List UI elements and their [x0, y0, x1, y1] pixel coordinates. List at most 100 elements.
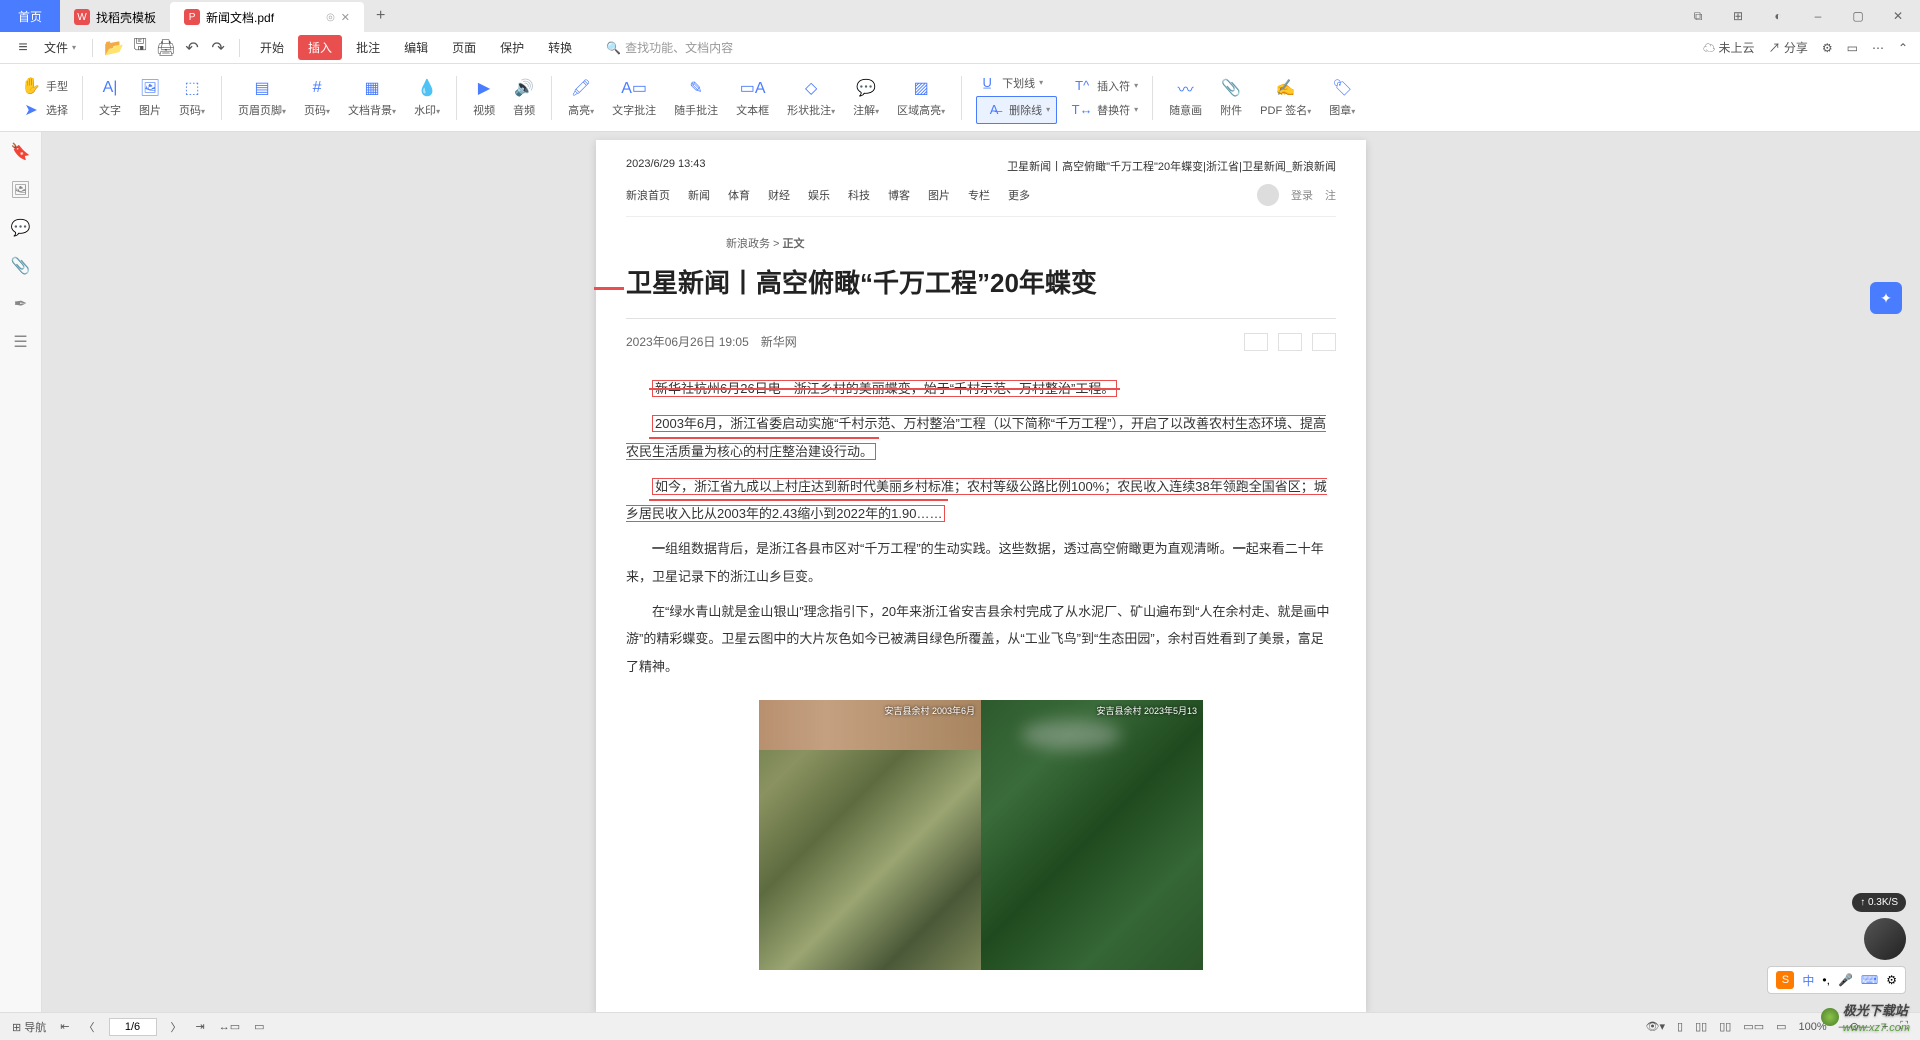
select-tool[interactable]: ➤选择 — [20, 99, 68, 121]
skin-icon[interactable]: ◐ — [1764, 2, 1792, 30]
view-book-icon[interactable]: ▭▭ — [1743, 1020, 1764, 1033]
comment-icon[interactable]: 💬 — [11, 218, 31, 238]
assistant-circle[interactable] — [1864, 918, 1906, 960]
pdfsign-button[interactable]: ✍PDF 签名▾ — [1252, 77, 1319, 118]
cloud-status[interactable]: ☁ 未上云 — [1703, 39, 1754, 56]
attachment-icon[interactable]: 📎 — [11, 256, 31, 276]
ime-bar[interactable]: S 中 •, 🎤 ⌨ ⚙ — [1767, 966, 1906, 994]
nav-item[interactable]: 博客 — [888, 187, 910, 203]
page-input[interactable] — [109, 1018, 157, 1036]
open-icon[interactable]: 📂 — [103, 37, 125, 59]
ime-punct-icon[interactable]: •, — [1822, 973, 1830, 987]
file-menu[interactable]: 文件▾ — [38, 39, 82, 56]
prev-page-button[interactable]: 〈 — [84, 1019, 95, 1035]
grid-icon[interactable]: ⊞ — [1724, 2, 1752, 30]
maximize-button[interactable]: ▢ — [1844, 2, 1872, 30]
collapse-icon[interactable]: ⌃ — [1898, 41, 1908, 55]
highlight-button[interactable]: 🖍高亮▾ — [560, 77, 602, 118]
print-icon[interactable]: 🖨 — [155, 37, 177, 59]
login-link[interactable]: 登录 — [1291, 187, 1313, 203]
tab-protect[interactable]: 保护 — [490, 35, 534, 60]
layout-icon[interactable]: ⧉ — [1684, 2, 1712, 30]
more-icon[interactable]: ⋯ — [1872, 41, 1884, 55]
signature-icon[interactable]: ✒ — [11, 294, 31, 314]
feedback-icon[interactable]: ▭ — [1847, 41, 1858, 55]
nav-item[interactable]: 新浪首页 — [626, 187, 670, 203]
hand-tool[interactable]: ✋手型 — [20, 75, 68, 97]
tab-page[interactable]: 页面 — [442, 35, 486, 60]
stamp-button[interactable]: 🏷图章▾ — [1321, 77, 1363, 118]
pagecode-button[interactable]: #页码▾ — [296, 77, 338, 118]
textannot-button[interactable]: A▭文字批注 — [604, 77, 664, 118]
close-icon[interactable]: ✕ — [341, 11, 350, 24]
view-facing-icon[interactable]: ▯▯ — [1719, 1020, 1731, 1033]
bookmark-icon[interactable]: 🔖 — [11, 142, 31, 162]
view-continuous-icon[interactable]: ▯▯ — [1695, 1020, 1707, 1033]
next-page-button[interactable]: 〉 — [171, 1019, 182, 1035]
tab-template[interactable]: W 找稻壳模板 — [60, 2, 170, 32]
share-button[interactable]: ↗ 分享 — [1768, 39, 1807, 56]
search-box[interactable]: 🔍 查找功能、文档内容 — [606, 39, 733, 56]
textbox-button[interactable]: ▭A文本框 — [728, 77, 777, 118]
tab-start[interactable]: 开始 — [250, 35, 294, 60]
audio-button[interactable]: 🔊音频 — [505, 77, 543, 118]
share-box[interactable] — [1278, 333, 1302, 351]
zoom-out-button[interactable]: ▭ — [1776, 1020, 1786, 1033]
share-box[interactable] — [1312, 333, 1336, 351]
ime-voice-icon[interactable]: 🎤 — [1838, 973, 1853, 987]
nav-item[interactable]: 科技 — [848, 187, 870, 203]
nav-item[interactable]: 图片 — [928, 187, 950, 203]
areahl-button[interactable]: ▨区域高亮▾ — [889, 77, 953, 118]
fit-page-button[interactable]: ▭ — [254, 1020, 264, 1033]
tab-home[interactable]: 首页 — [0, 0, 60, 32]
ime-keyboard-icon[interactable]: ⌨ — [1861, 973, 1878, 987]
ime-settings-icon[interactable]: ⚙ — [1886, 973, 1897, 987]
tab-convert[interactable]: 转换 — [538, 35, 582, 60]
new-tab-button[interactable]: + — [364, 7, 397, 25]
nav-item[interactable]: 娱乐 — [808, 187, 830, 203]
register-link[interactable]: 注 — [1325, 187, 1336, 203]
view-single-icon[interactable]: ▯ — [1677, 1020, 1683, 1033]
image-button[interactable]: 🖼图片 — [131, 77, 169, 118]
replacechar-button[interactable]: T↔替换符▾ — [1071, 99, 1138, 121]
attachment-button[interactable]: 📎附件 — [1212, 77, 1250, 118]
layers-icon[interactable]: ☰ — [11, 332, 31, 352]
nav-item[interactable]: 新闻 — [688, 187, 710, 203]
textbg-button[interactable]: ▦文档背景▾ — [340, 77, 404, 118]
minimize-button[interactable]: – — [1804, 2, 1832, 30]
settings-icon[interactable]: ⚙ — [1822, 41, 1833, 55]
fit-width-button[interactable]: ↔▭ — [219, 1020, 240, 1033]
tab-insert[interactable]: 插入 — [298, 35, 342, 60]
underline-button[interactable]: U̲下划线▾ — [976, 72, 1057, 94]
document-area[interactable]: 2023/6/29 13:43 卫星新闻丨高空俯瞰"千万工程"20年蝶变|浙江省… — [42, 132, 1920, 1012]
nav-item[interactable]: 专栏 — [968, 187, 990, 203]
video-button[interactable]: ▶视频 — [465, 77, 503, 118]
redo-icon[interactable]: ↷ — [207, 37, 229, 59]
annot-button[interactable]: 💬注解▾ — [845, 77, 887, 118]
strikeline-button[interactable]: A̶删除线▾ — [976, 96, 1057, 124]
thumbnail-icon[interactable]: 🖼 — [11, 180, 31, 200]
insertchar-button[interactable]: T^插入符▾ — [1071, 75, 1138, 97]
tab-edit[interactable]: 编辑 — [394, 35, 438, 60]
draftannot-button[interactable]: ✎随手批注 — [666, 77, 726, 118]
nav-item[interactable]: 更多 — [1008, 187, 1030, 203]
save-icon[interactable]: 🖫 — [129, 37, 151, 59]
shapeannot-button[interactable]: ◇形状批注▾ — [779, 77, 843, 118]
ime-lang-icon[interactable]: 中 — [1802, 972, 1814, 989]
nav-item[interactable]: 体育 — [728, 187, 750, 203]
undo-icon[interactable]: ↶ — [181, 37, 203, 59]
tab-annotate[interactable]: 批注 — [346, 35, 390, 60]
headerfooter-button[interactable]: ▤页眉页脚▾ — [230, 77, 294, 118]
close-button[interactable]: ✕ — [1884, 2, 1912, 30]
menu-icon[interactable]: ≡ — [12, 37, 34, 59]
last-page-button[interactable]: ⇥ — [196, 1020, 205, 1033]
watermark-button[interactable]: 💧水印▾ — [406, 77, 448, 118]
pagenum-button[interactable]: ⬚页码▾ — [171, 77, 213, 118]
share-box[interactable] — [1244, 333, 1268, 351]
assistant-button[interactable]: ✦ — [1870, 282, 1902, 314]
nav-toggle[interactable]: ⊞ 导航 — [12, 1019, 46, 1035]
text-button[interactable]: A|文字 — [91, 77, 129, 118]
tab-menu-icon[interactable]: ◎ — [326, 12, 335, 23]
first-page-button[interactable]: ⇤ — [60, 1020, 69, 1033]
eye-icon[interactable]: 👁▾ — [1646, 1020, 1666, 1033]
